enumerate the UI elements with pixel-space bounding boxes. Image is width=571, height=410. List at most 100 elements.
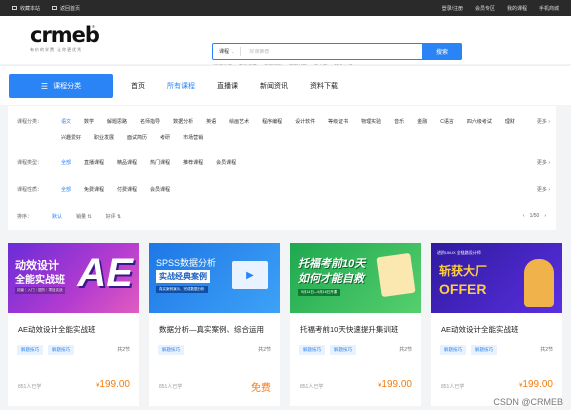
nav-all-courses[interactable]: 所有课程 xyxy=(167,81,195,91)
filter-row-price: 课程性质： 全部 免费课程 付费课程 会员课程 xyxy=(17,186,171,193)
sort-default[interactable]: 默认 xyxy=(52,213,62,220)
learner-count: 851人已学 xyxy=(300,384,324,390)
main-nav: ☰ 课程分类 首页 所有课程 直播课 新闻资讯 资料下载 xyxy=(0,65,571,105)
filter-option[interactable]: C语言 xyxy=(440,118,454,125)
filter-option[interactable]: 推荐课程 xyxy=(183,159,203,166)
course-title[interactable]: AE动效设计全能实战班 xyxy=(18,324,130,335)
filter-option[interactable]: 四六级考试 xyxy=(467,118,492,125)
filter-option[interactable]: 付费课程 xyxy=(117,186,137,193)
filter-row-category: 课程分类： 语文 数学 解题思路 名师指导 数据分析 英语 绘画艺术 程序编程 设计软件 等级证书… xyxy=(17,118,515,141)
nav-home[interactable]: 首页 xyxy=(131,81,145,91)
header: crmeb ® 有价的学费 让你更优秀 课程⌄ 搜索 知识付费 软件商量 物理课… xyxy=(0,16,571,69)
sort-bar: 排序： 默认 销量 ⇅ 好评 ⇅ xyxy=(17,213,122,220)
learner-count: 851人已学 xyxy=(159,384,183,390)
course-cover: 动效设计 全能实战班 初级｜入门｜进阶｜项目实战 AE xyxy=(8,243,139,313)
filter-option[interactable]: 直播课程 xyxy=(84,159,104,166)
course-tag: 解题技巧 xyxy=(48,345,74,355)
course-cover: SPSS数据分析 实战经典案例 真实案例演示，完成数据分析 ▶ xyxy=(149,243,280,313)
course-price: ¥199.00 xyxy=(96,379,130,390)
section-count: 共2节 xyxy=(540,347,553,353)
star-icon xyxy=(12,6,17,11)
nav-downloads[interactable]: 资料下载 xyxy=(310,81,338,91)
course-card[interactable]: 进阶UI/UX 全链路设计师 斩获大厂 OFFER AE动效设计全能实战班 解题… xyxy=(431,243,562,406)
filter-option[interactable]: 金融 xyxy=(417,118,427,125)
search-category-select[interactable]: 课程 ⌄ xyxy=(213,47,242,56)
filter-option[interactable]: 全部 xyxy=(61,159,71,166)
mobile-mall-link[interactable]: 手机商城 xyxy=(539,5,559,12)
filter-option[interactable]: 数据分析 xyxy=(173,118,193,125)
sort-sales[interactable]: 销量 ⇅ xyxy=(76,213,92,220)
sort-rating[interactable]: 好评 ⇅ xyxy=(106,213,122,220)
search-input[interactable] xyxy=(241,48,422,55)
course-price: ¥199.00 xyxy=(519,379,553,390)
member-link[interactable]: 会员专区 xyxy=(475,5,495,12)
filter-option[interactable]: 职业发展 xyxy=(94,134,114,141)
course-title[interactable]: 数据分析—真实案例、综合运用 xyxy=(159,324,271,335)
course-price: 免费 xyxy=(251,383,271,394)
course-title[interactable]: 托福考前10天快速提升集训班 xyxy=(300,324,412,335)
course-cover: 托福考前10天 如何才能自救 9月14日—9月16日开课 xyxy=(290,243,421,313)
logo[interactable]: crmeb ® 有价的学费 让你更优秀 xyxy=(30,24,100,53)
course-card[interactable]: 动效设计 全能实战班 初级｜入门｜进阶｜项目实战 AE AE动效设计全能实战班 … xyxy=(8,243,139,406)
more-type-button[interactable]: 更多 › xyxy=(537,159,550,166)
sort-arrow-icon: ⇅ xyxy=(87,214,92,220)
course-tag: 解题技巧 xyxy=(440,345,466,355)
course-title[interactable]: AE动效设计全能实战班 xyxy=(441,324,553,335)
section-count: 共2节 xyxy=(258,347,271,353)
home-icon xyxy=(52,6,58,11)
course-card[interactable]: SPSS数据分析 实战经典案例 真实案例演示，完成数据分析 ▶ 数据分析—真实案… xyxy=(149,243,280,406)
filter-option[interactable]: 考研 xyxy=(160,134,170,141)
course-cover: 进阶UI/UX 全链路设计师 斩获大厂 OFFER xyxy=(431,243,562,313)
filter-option[interactable]: 程序编程 xyxy=(262,118,282,125)
section-count: 共2节 xyxy=(399,347,412,353)
section-count: 共2节 xyxy=(117,347,130,353)
filter-panel: 课程分类： 语文 数学 解题思路 名师指导 数据分析 英语 绘画艺术 程序编程 设计软件 等级证书… xyxy=(8,106,556,230)
person-illustration-icon xyxy=(524,259,554,307)
course-category-button[interactable]: ☰ 课程分类 xyxy=(9,74,113,98)
watermark: CSDN @CRMEB xyxy=(493,397,563,407)
filter-option[interactable]: 绘画艺术 xyxy=(229,118,249,125)
course-tag: 解题技巧 xyxy=(17,345,43,355)
my-courses-link[interactable]: 我的课程 xyxy=(507,5,527,12)
more-category-button[interactable]: 更多 › xyxy=(537,118,550,125)
next-page-icon[interactable]: › xyxy=(544,213,546,219)
sort-arrow-icon: ⇅ xyxy=(117,214,122,220)
video-play-icon: ▶ xyxy=(232,261,268,289)
learner-count: 851人已学 xyxy=(18,384,42,390)
prev-page-icon[interactable]: ‹ xyxy=(523,213,525,219)
favorite-link[interactable]: 收藏本站 xyxy=(12,5,40,12)
filter-option[interactable]: 设计软件 xyxy=(295,118,315,125)
filter-option[interactable]: 会员课程 xyxy=(150,186,170,193)
nav-live[interactable]: 直播课 xyxy=(217,81,238,91)
filter-option[interactable]: 音乐 xyxy=(394,118,404,125)
course-card[interactable]: 托福考前10天 如何才能自救 9月14日—9月16日开课 托福考前10天快速提升… xyxy=(290,243,421,406)
filter-option[interactable]: 精品课程 xyxy=(117,159,137,166)
filter-option[interactable]: 热门课程 xyxy=(150,159,170,166)
chevron-down-icon: ⌄ xyxy=(231,49,235,54)
top-bar: 收藏本站 返回首页 登录/注册 会员专区 我的课程 手机商城 xyxy=(0,0,571,16)
learner-count: 851人已学 xyxy=(441,384,465,390)
book-icon xyxy=(376,252,416,298)
more-price-button[interactable]: 更多 › xyxy=(537,186,550,193)
filter-option[interactable]: 物理实验 xyxy=(361,118,381,125)
filter-option[interactable]: 市场营销 xyxy=(183,134,203,141)
filter-option[interactable]: 数学 xyxy=(84,118,94,125)
login-link[interactable]: 登录/注册 xyxy=(442,5,463,12)
course-tag: 解题技巧 xyxy=(158,345,184,355)
search-button[interactable]: 搜索 xyxy=(422,43,462,60)
filter-option[interactable]: 语文 xyxy=(61,118,71,125)
filter-option[interactable]: 面试简历 xyxy=(127,134,147,141)
filter-option[interactable]: 全部 xyxy=(61,186,71,193)
filter-option[interactable]: 理财 xyxy=(505,118,515,125)
filter-option[interactable]: 解题思路 xyxy=(107,118,127,125)
filter-option[interactable]: 兴趣爱好 xyxy=(61,134,81,141)
filter-option[interactable]: 英语 xyxy=(206,118,216,125)
filter-option[interactable]: 免费课程 xyxy=(84,186,104,193)
home-link[interactable]: 返回首页 xyxy=(52,5,80,12)
filter-option[interactable]: 等级证书 xyxy=(328,118,348,125)
filter-option[interactable]: 会员课程 xyxy=(216,159,236,166)
menu-icon: ☰ xyxy=(40,81,49,91)
course-price: ¥199.00 xyxy=(378,379,412,390)
nav-news[interactable]: 新闻资讯 xyxy=(260,81,288,91)
filter-option[interactable]: 名师指导 xyxy=(140,118,160,125)
